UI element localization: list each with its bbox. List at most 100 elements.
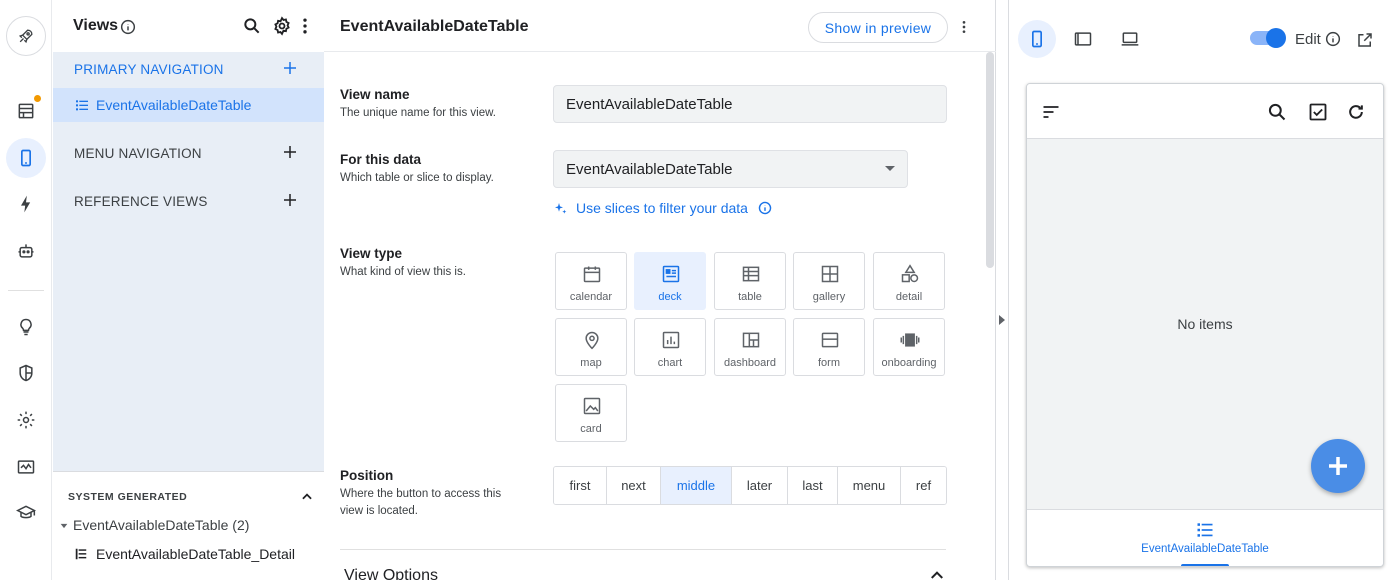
view-type-option-label: onboarding: [881, 357, 937, 369]
position-label: Position: [340, 468, 394, 483]
info-icon[interactable]: [1325, 31, 1341, 47]
view-type-table[interactable]: table: [714, 252, 786, 310]
reference-views-label: REFERENCE VIEWS: [74, 194, 208, 209]
add-primary-view-plus-icon[interactable]: [281, 59, 299, 77]
position-help: Where the button to access this view is …: [340, 488, 502, 517]
bottom-nav-label[interactable]: EventAvailableDateTable: [1027, 543, 1383, 555]
position-later[interactable]: later: [732, 467, 788, 504]
map-pin-icon: [585, 331, 599, 350]
view-options-heading[interactable]: View Options: [344, 567, 438, 580]
view-type-option-label: form: [818, 357, 840, 369]
view-editor: EventAvailableDateTable Show in preview …: [324, 0, 996, 580]
gear-icon[interactable]: [272, 16, 292, 36]
more-vert-icon[interactable]: [956, 17, 972, 37]
view-type-map[interactable]: map: [555, 318, 627, 376]
appsheet-logo-icon[interactable]: [6, 16, 46, 56]
for-this-data-help: Which table or slice to display.: [340, 172, 494, 184]
view-type-calendar[interactable]: calendar: [555, 252, 627, 310]
view-type-form[interactable]: form: [793, 318, 865, 376]
bot-icon[interactable]: [6, 231, 46, 271]
intelligence-icon[interactable]: [6, 307, 46, 347]
device-tablet-button[interactable]: [1064, 20, 1102, 58]
nav-item-event-available-date-table[interactable]: EventAvailableDateTable: [53, 88, 324, 122]
caret-down-icon[interactable]: [59, 521, 69, 531]
view-type-chart[interactable]: chart: [634, 318, 706, 376]
app-root: Views PRIMARY NAVIGATION EventAvailableD…: [0, 0, 1400, 580]
info-icon[interactable]: [758, 201, 772, 215]
select-checkbox-icon[interactable]: [1308, 102, 1328, 122]
open-in-new-icon[interactable]: [1356, 31, 1374, 49]
editor-title: EventAvailableDateTable: [340, 18, 529, 35]
view-type-gallery[interactable]: gallery: [793, 252, 865, 310]
monitor-icon[interactable]: [6, 447, 46, 487]
nav-item-label: EventAvailableDateTable: [96, 97, 252, 113]
view-name-help: The unique name for this view.: [340, 107, 496, 119]
position-ref[interactable]: ref: [901, 467, 946, 504]
system-generated-title: SYSTEM GENERATED: [68, 491, 188, 503]
calendar-icon: [583, 266, 601, 283]
chevron-up-icon[interactable]: [930, 570, 944, 580]
position-button-group: first next middle later last menu ref: [553, 466, 947, 505]
list-icon[interactable]: [1195, 520, 1215, 540]
for-this-data-label: For this data: [340, 152, 422, 167]
add-reference-view-plus-icon[interactable]: [281, 191, 299, 209]
editor-header: EventAvailableDateTable Show in preview: [324, 0, 996, 52]
view-type-deck[interactable]: deck: [634, 252, 706, 310]
more-vert-icon[interactable]: [295, 16, 315, 36]
add-fab-button[interactable]: [1311, 439, 1365, 493]
device-phone-button[interactable]: [1018, 20, 1056, 58]
for-this-data-value: EventAvailableDateTable: [566, 161, 733, 178]
view-type-dashboard[interactable]: dashboard: [714, 318, 786, 376]
deck-icon: [662, 265, 680, 283]
automation-icon[interactable]: [6, 184, 46, 224]
show-in-preview-button[interactable]: Show in preview: [808, 12, 948, 43]
learn-school-icon[interactable]: [6, 493, 46, 533]
dropdown-arrow-icon: [885, 166, 895, 171]
system-generated-item[interactable]: EventAvailableDateTable_Detail: [96, 546, 295, 562]
position-next[interactable]: next: [607, 467, 661, 504]
device-desktop-button[interactable]: [1111, 20, 1149, 58]
detail-list-icon: [75, 548, 87, 560]
view-type-onboarding[interactable]: onboarding: [873, 318, 945, 376]
expand-arrow-icon[interactable]: [999, 315, 1005, 325]
security-shield-icon[interactable]: [6, 353, 46, 393]
toggle-knob: [1266, 28, 1286, 48]
search-icon[interactable]: [242, 16, 262, 36]
menu-navigation-label: MENU NAVIGATION: [74, 146, 202, 161]
view-name-input[interactable]: EventAvailableDateTable: [553, 85, 947, 123]
view-type-card[interactable]: card: [555, 384, 627, 442]
tablet-icon: [1074, 32, 1092, 46]
gallery-icon: [821, 265, 839, 283]
app-views-icon[interactable]: [6, 138, 46, 178]
edit-toggle[interactable]: [1250, 28, 1286, 48]
info-icon[interactable]: [120, 19, 136, 35]
position-last[interactable]: last: [788, 467, 838, 504]
refresh-icon[interactable]: [1346, 102, 1366, 122]
view-type-detail[interactable]: detail: [873, 252, 945, 310]
view-type-option-label: card: [580, 423, 602, 435]
phone-icon: [1032, 30, 1042, 48]
sort-icon[interactable]: [1041, 102, 1061, 122]
add-menu-view-plus-icon[interactable]: [281, 143, 299, 161]
view-type-option-label: map: [580, 357, 602, 369]
views-title: Views: [73, 17, 119, 34]
for-this-data-select[interactable]: EventAvailableDateTable: [553, 150, 908, 188]
primary-navigation-label: PRIMARY NAVIGATION: [74, 62, 224, 77]
position-first[interactable]: first: [554, 467, 607, 504]
position-middle[interactable]: middle: [661, 467, 732, 504]
use-slices-link[interactable]: Use slices to filter your data: [576, 200, 748, 216]
settings-gear-icon[interactable]: [6, 400, 46, 440]
search-icon[interactable]: [1267, 102, 1287, 122]
panel-splitter[interactable]: [996, 0, 1009, 580]
views-header: Views: [53, 0, 324, 52]
system-generated-group[interactable]: EventAvailableDateTable (2): [73, 517, 249, 533]
view-type-option-label: table: [738, 291, 762, 303]
plus-icon: [1329, 457, 1347, 475]
position-menu[interactable]: menu: [838, 467, 901, 504]
empty-state-text: No items: [1177, 316, 1233, 332]
rail-divider: [8, 290, 44, 291]
view-type-option-label: gallery: [812, 291, 846, 303]
chevron-up-icon[interactable]: [300, 490, 314, 504]
view-type-option-label: deck: [658, 291, 682, 303]
editor-scrollbar[interactable]: [986, 52, 994, 268]
